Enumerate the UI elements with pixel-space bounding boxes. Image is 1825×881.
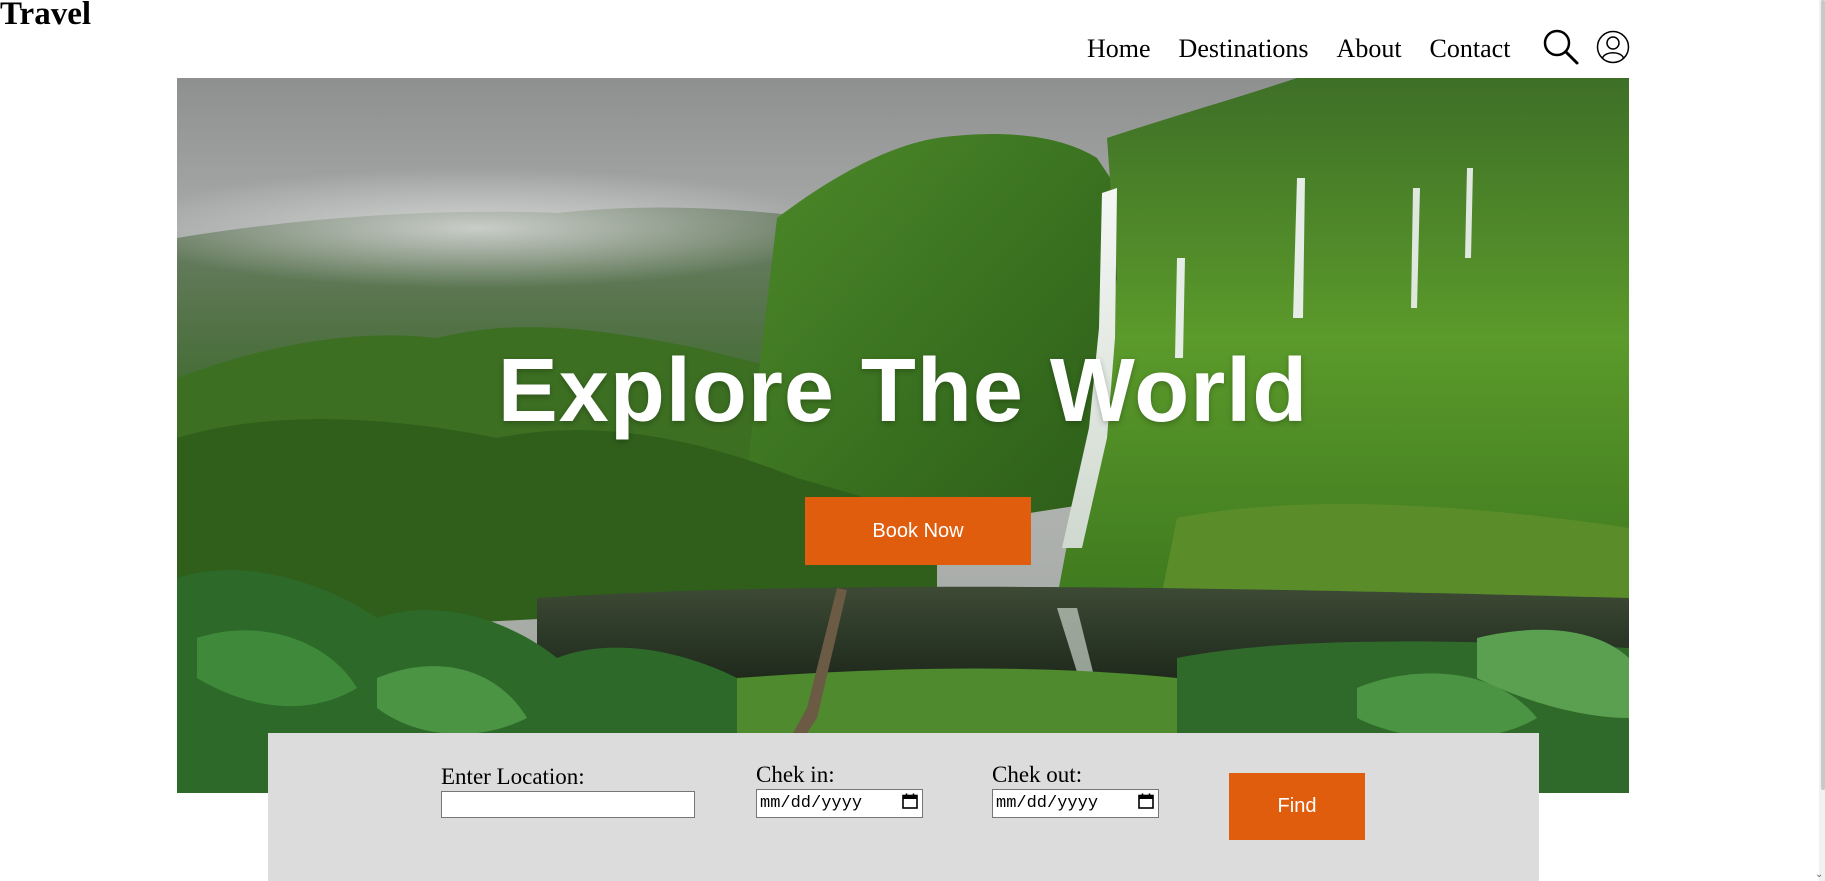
- site-logo: Travel: [0, 0, 92, 32]
- nav-destinations[interactable]: Destinations: [1179, 24, 1309, 74]
- nav-home[interactable]: Home: [1087, 24, 1151, 74]
- main-nav: Home Destinations About Contact: [1087, 24, 1630, 74]
- book-now-button[interactable]: Book Now: [805, 497, 1031, 565]
- checkout-label: Chek out:: [992, 762, 1083, 787]
- scroll-down-arrow-icon[interactable]: ⌄: [1815, 869, 1825, 881]
- scrollbar-thumb[interactable]: [1821, 0, 1825, 790]
- checkout-date-input[interactable]: mm/dd/yyyy: [992, 789, 1159, 818]
- hero-banner: Explore The World Book Now: [177, 78, 1629, 793]
- checkin-date-placeholder: mm/dd/yyyy: [760, 794, 863, 813]
- checkin-label: Chek in:: [756, 762, 835, 787]
- location-input[interactable]: [441, 791, 695, 818]
- checkout-date-placeholder: mm/dd/yyyy: [996, 794, 1099, 813]
- find-button[interactable]: Find: [1229, 773, 1365, 840]
- page-scrollbar[interactable]: ⌄: [1815, 0, 1825, 881]
- checkin-date-input[interactable]: mm/dd/yyyy: [756, 789, 923, 818]
- user-account-icon[interactable]: [1596, 30, 1630, 69]
- nav-about[interactable]: About: [1337, 24, 1402, 74]
- checkout-field-group: Chek out: mm/dd/yyyy: [992, 762, 1159, 818]
- booking-search-panel: Enter Location: Chek in: mm/dd/yyyy Chek…: [268, 733, 1539, 881]
- checkin-field-group: Chek in: mm/dd/yyyy: [756, 762, 923, 818]
- search-icon[interactable]: [1542, 28, 1580, 71]
- hero-title: Explore The World: [497, 341, 1309, 441]
- location-label: Enter Location:: [441, 764, 585, 789]
- location-field-group: Enter Location:: [441, 764, 695, 818]
- nav-contact[interactable]: Contact: [1430, 24, 1511, 74]
- calendar-icon[interactable]: [902, 793, 918, 815]
- calendar-icon[interactable]: [1138, 793, 1154, 815]
